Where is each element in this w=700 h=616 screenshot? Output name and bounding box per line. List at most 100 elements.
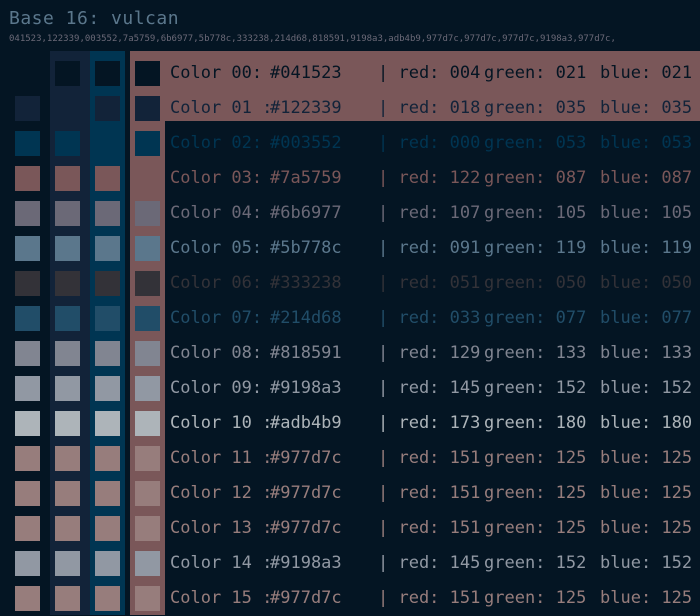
color-red-text: | red: 000 [378, 133, 481, 153]
color-row: Color 07: #214d68 | red: 033 green: 077 blue… [130, 301, 700, 336]
color-row: Color 10 : #adb4b9 | red: 173 green: 180 blu… [130, 406, 700, 441]
color-label-text: Color 08: [170, 343, 263, 363]
color-swatch-large [135, 236, 160, 261]
color-blue-text: blue: 152 [600, 553, 693, 573]
color-red-text: | red: 091 [378, 238, 481, 258]
color-swatch [95, 586, 120, 611]
color-swatch [95, 166, 120, 191]
color-row: Color 14 : #9198a3 | red: 145 green: 152 blu… [130, 546, 700, 581]
color-swatch [95, 306, 120, 331]
color-red-text: | red: 051 [378, 273, 481, 293]
color-hex-text: #5b778c [270, 238, 342, 258]
color-swatch-large [135, 61, 160, 86]
color-swatch-large [135, 271, 160, 296]
color-hex-text: #003552 [270, 133, 342, 153]
color-swatch [95, 341, 120, 366]
color-swatch [15, 201, 40, 226]
color-row: Color 12 : #977d7c | red: 151 green: 125 blu… [130, 476, 700, 511]
color-blue-text: blue: 152 [600, 378, 693, 398]
page-title: Base 16: vulcan [9, 8, 180, 29]
color-hex-text: #6b6977 [270, 203, 342, 223]
color-label-text: Color 03: [170, 168, 263, 188]
color-swatch-large [135, 586, 160, 611]
color-swatch-large [135, 411, 160, 436]
color-swatch [15, 96, 40, 121]
color-hex-text: #9198a3 [270, 378, 342, 398]
color-blue-text: blue: 087 [600, 168, 693, 188]
color-green-text: green: 133 [484, 343, 587, 363]
color-row: Color 02: #003552 | red: 000 green: 053 blue… [130, 126, 700, 161]
color-blue-text: blue: 125 [600, 483, 693, 503]
color-blue-text: blue: 105 [600, 203, 693, 223]
color-hex-text: #214d68 [270, 308, 342, 328]
color-row: Color 09: #9198a3 | red: 145 green: 152 blue… [130, 371, 700, 406]
color-swatch [15, 376, 40, 401]
color-swatch [55, 516, 80, 541]
color-row: Color 11 : #977d7c | red: 151 green: 125 blu… [130, 441, 700, 476]
color-swatch-large [135, 201, 160, 226]
color-green-text: green: 077 [484, 308, 587, 328]
color-blue-text: blue: 125 [600, 518, 693, 538]
color-swatch [15, 516, 40, 541]
color-green-text: green: 125 [484, 448, 587, 468]
color-swatch [55, 96, 80, 121]
color-blue-text: blue: 050 [600, 273, 693, 293]
color-swatch [95, 131, 120, 156]
color-label-text: Color 11 : [170, 448, 273, 468]
color-swatch-large [135, 481, 160, 506]
color-red-text: | red: 004 [378, 63, 481, 83]
color-label-text: Color 06: [170, 273, 263, 293]
color-swatch-large [135, 446, 160, 471]
color-swatch [55, 61, 80, 86]
color-row: Color 13 : #977d7c | red: 151 green: 125 blu… [130, 511, 700, 546]
color-label-text: Color 10 : [170, 413, 273, 433]
color-swatch-large [135, 166, 160, 191]
color-hex-text: #adb4b9 [270, 413, 342, 433]
color-swatch [15, 306, 40, 331]
color-swatch [55, 376, 80, 401]
color-blue-text: blue: 053 [600, 133, 693, 153]
color-swatch [55, 131, 80, 156]
color-blue-text: blue: 180 [600, 413, 693, 433]
color-swatch [55, 551, 80, 576]
color-swatch [15, 411, 40, 436]
color-label-text: Color 07: [170, 308, 263, 328]
color-hex-text: #977d7c [270, 588, 342, 608]
color-label-text: Color 09: [170, 378, 263, 398]
color-label-text: Color 00: [170, 63, 263, 83]
color-swatch [95, 411, 120, 436]
color-swatch [15, 586, 40, 611]
color-blue-text: blue: 133 [600, 343, 693, 363]
color-green-text: green: 125 [484, 483, 587, 503]
color-swatch-large [135, 376, 160, 401]
color-swatch [15, 166, 40, 191]
color-swatch [55, 201, 80, 226]
color-red-text: | red: 018 [378, 98, 481, 118]
color-swatch [55, 306, 80, 331]
color-label-text: Color 01 : [170, 98, 273, 118]
color-swatch [15, 271, 40, 296]
color-green-text: green: 035 [484, 98, 587, 118]
color-red-text: | red: 151 [378, 588, 481, 608]
color-swatch [15, 551, 40, 576]
color-row: Color 15 : #977d7c | red: 151 green: 125 blu… [130, 581, 700, 616]
color-green-text: green: 119 [484, 238, 587, 258]
color-label-text: Color 05: [170, 238, 263, 258]
color-row: Color 08: #818591 | red: 129 green: 133 blue… [130, 336, 700, 371]
color-blue-text: blue: 077 [600, 308, 693, 328]
color-blue-text: blue: 125 [600, 448, 693, 468]
color-row: Color 00: #041523 | red: 004 green: 021 blue… [130, 56, 700, 91]
color-swatch [15, 341, 40, 366]
color-red-text: | red: 107 [378, 203, 481, 223]
color-red-text: | red: 033 [378, 308, 481, 328]
color-red-text: | red: 151 [378, 518, 481, 538]
color-swatch [15, 131, 40, 156]
color-swatch [95, 61, 120, 86]
color-red-text: | red: 129 [378, 343, 481, 363]
color-swatch [55, 481, 80, 506]
color-row: Color 04: #6b6977 | red: 107 green: 105 blue… [130, 196, 700, 231]
color-green-text: green: 125 [484, 518, 587, 538]
hex-list: 041523,122339,003552,7a5759,6b6977,5b778… [9, 34, 616, 44]
color-swatch [55, 236, 80, 261]
color-hex-text: #977d7c [270, 448, 342, 468]
